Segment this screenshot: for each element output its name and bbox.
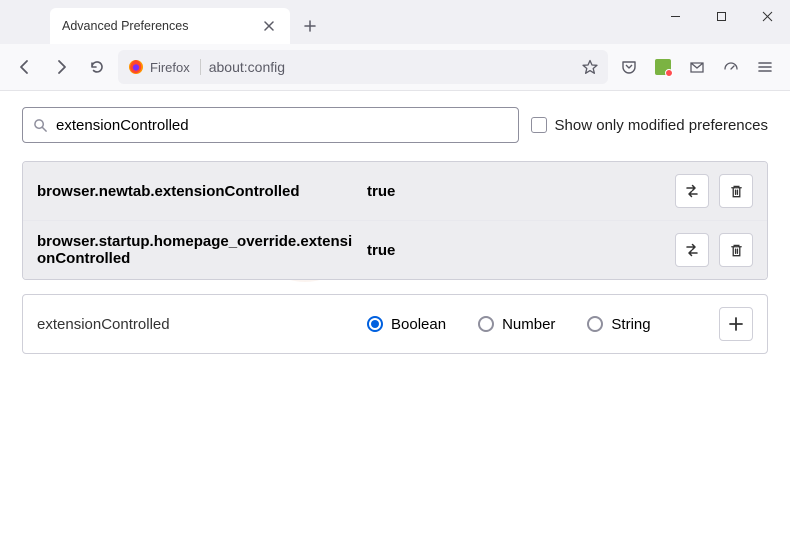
toggle-button[interactable] xyxy=(675,174,709,208)
close-window-button[interactable] xyxy=(744,0,790,32)
show-modified-label: Show only modified preferences xyxy=(555,117,768,134)
preference-row[interactable]: browser.newtab.extensionControlled true xyxy=(23,162,767,220)
forward-button[interactable] xyxy=(46,52,76,82)
address-bar[interactable]: Firefox about:config xyxy=(118,50,608,84)
search-input[interactable] xyxy=(56,117,508,134)
type-label: String xyxy=(611,316,650,333)
tab-title: Advanced Preferences xyxy=(62,19,188,33)
type-string[interactable]: String xyxy=(587,316,650,333)
dashboard-icon[interactable] xyxy=(716,52,746,82)
radio-icon[interactable] xyxy=(587,316,603,332)
type-boolean[interactable]: Boolean xyxy=(367,316,446,333)
row-actions xyxy=(675,233,753,267)
search-icon xyxy=(33,118,48,133)
preference-row[interactable]: browser.startup.homepage_override.extens… xyxy=(23,220,767,279)
close-tab-button[interactable] xyxy=(260,17,278,35)
row-actions xyxy=(675,174,753,208)
preference-name: browser.startup.homepage_override.extens… xyxy=(37,233,357,267)
type-label: Number xyxy=(502,316,555,333)
back-button[interactable] xyxy=(10,52,40,82)
inbox-icon[interactable] xyxy=(682,52,712,82)
pocket-icon[interactable] xyxy=(614,52,644,82)
content-area: Show only modified preferences browser.n… xyxy=(0,91,790,370)
reload-button[interactable] xyxy=(82,52,112,82)
new-preference-name: extensionControlled xyxy=(37,316,357,333)
radio-icon[interactable] xyxy=(478,316,494,332)
new-tab-button[interactable] xyxy=(296,12,324,40)
minimize-button[interactable] xyxy=(652,0,698,32)
preference-table: browser.newtab.extensionControlled true … xyxy=(22,161,768,280)
preference-value: true xyxy=(357,183,675,200)
preference-value: true xyxy=(357,242,675,259)
url-text: about:config xyxy=(209,59,574,75)
type-number[interactable]: Number xyxy=(478,316,555,333)
brand-text: Firefox xyxy=(150,60,190,75)
maximize-button[interactable] xyxy=(698,0,744,32)
browser-tab[interactable]: Advanced Preferences xyxy=(50,8,290,44)
add-preference-row: extensionControlled Boolean Number Strin… xyxy=(22,294,768,354)
radio-icon[interactable] xyxy=(367,316,383,332)
type-options: Boolean Number String xyxy=(357,316,719,333)
add-button[interactable] xyxy=(719,307,753,341)
menu-button[interactable] xyxy=(750,52,780,82)
firefox-icon xyxy=(128,59,144,75)
type-label: Boolean xyxy=(391,316,446,333)
delete-button[interactable] xyxy=(719,233,753,267)
delete-button[interactable] xyxy=(719,174,753,208)
toggle-button[interactable] xyxy=(675,233,709,267)
preference-name: browser.newtab.extensionControlled xyxy=(37,183,357,200)
search-row: Show only modified preferences xyxy=(22,107,768,143)
window-controls xyxy=(652,0,790,44)
preference-search[interactable] xyxy=(22,107,519,143)
extension-icon[interactable] xyxy=(648,52,678,82)
show-modified-checkbox-wrap[interactable]: Show only modified preferences xyxy=(531,117,768,134)
toolbar: Firefox about:config xyxy=(0,44,790,91)
toolbar-icons xyxy=(614,52,780,82)
bookmark-star-icon[interactable] xyxy=(582,59,598,75)
titlebar: Advanced Preferences xyxy=(0,0,790,44)
checkbox-icon[interactable] xyxy=(531,117,547,133)
brand-label: Firefox xyxy=(128,59,201,75)
